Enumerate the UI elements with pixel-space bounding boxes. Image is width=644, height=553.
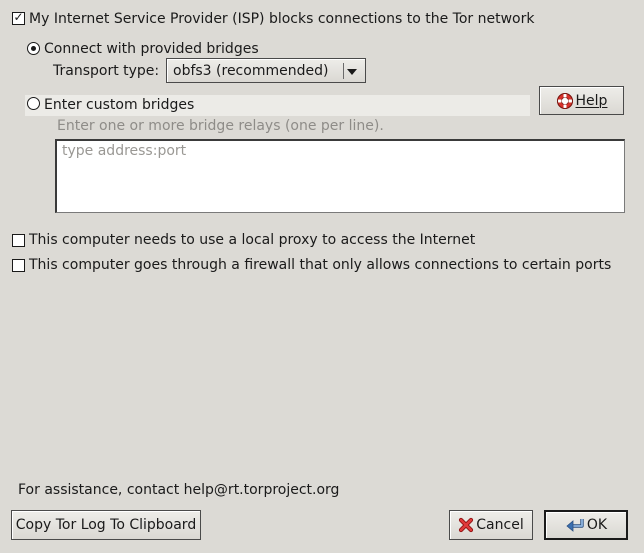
isp-blocks-checkbox[interactable]: ✓ [12,10,25,25]
red-x-icon [458,517,474,533]
cancel-button[interactable]: Cancel [449,510,533,540]
custom-bridges-placeholder: type address:port [62,143,187,159]
check-icon: ✓ [13,10,24,24]
local-proxy-label[interactable]: This computer needs to use a local proxy… [29,231,475,249]
custom-bridges-label[interactable]: Enter custom bridges [44,96,194,114]
enter-arrow-icon [565,517,585,533]
custom-bridges-hint: Enter one or more bridge relays (one per… [57,118,384,134]
custom-bridges-radio[interactable] [27,97,40,110]
lifebuoy-icon [556,92,574,110]
help-button[interactable]: Help [539,86,624,115]
chevron-down-icon [347,69,357,75]
copy-tor-log-button[interactable]: Copy Tor Log To Clipboard [11,510,201,540]
transport-type-label: Transport type: [53,63,160,79]
provided-bridges-label[interactable]: Connect with provided bridges [44,40,259,58]
combo-separator [343,63,344,79]
custom-bridges-textarea[interactable]: type address:port [55,139,625,213]
help-button-label: Help [575,92,608,109]
firewall-checkbox[interactable] [12,259,25,272]
radio-selected-dot [31,46,36,51]
provided-bridges-radio[interactable] [27,42,40,55]
ok-button-label: OK [586,517,608,533]
copy-tor-log-label: Copy Tor Log To Clipboard [15,517,197,533]
transport-type-select[interactable]: obfs3 (recommended) [166,58,366,83]
transport-type-value: obfs3 (recommended) [173,63,329,79]
local-proxy-checkbox[interactable] [12,234,25,247]
firewall-label[interactable]: This computer goes through a firewall th… [29,256,611,274]
assistance-text: For assistance, contact help@rt.torproje… [18,482,340,498]
ok-button[interactable]: OK [544,510,628,540]
cancel-button-label: Cancel [476,517,524,533]
isp-blocks-label[interactable]: My Internet Service Provider (ISP) block… [29,10,534,28]
